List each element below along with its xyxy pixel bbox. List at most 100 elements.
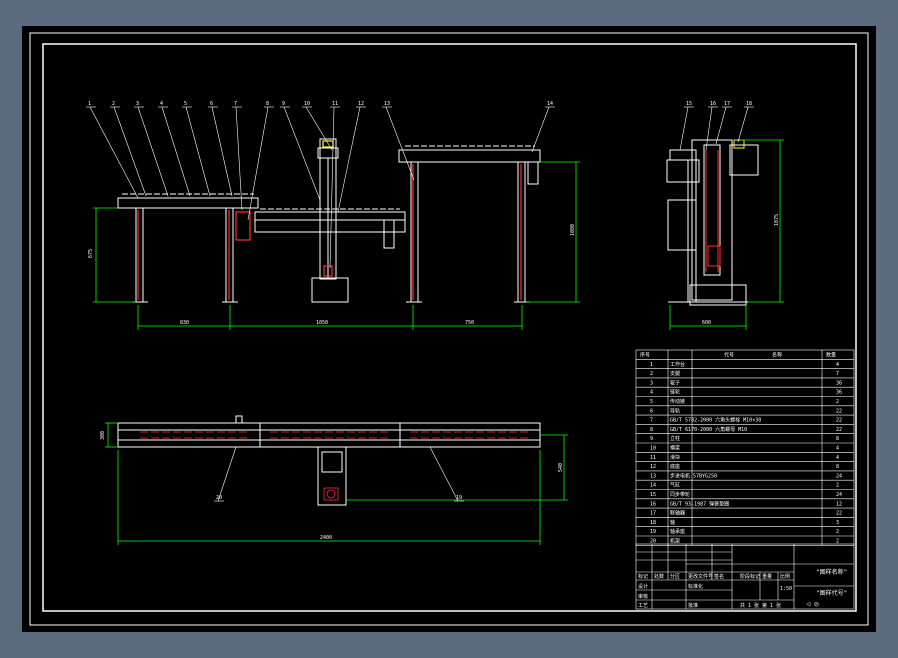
bom-row-name: 导轨 <box>670 407 680 414</box>
bom-row-quantity: 36 <box>836 380 842 386</box>
bom-row-quantity: 22 <box>836 408 842 414</box>
bom-row-name: 步进电机 57BYG250 <box>670 472 717 479</box>
front-balloon-number: 1 <box>88 101 91 107</box>
col-label-change-doc: 更改文件号 <box>688 573 713 580</box>
bom-row-name: 同步带轮 <box>670 491 690 498</box>
dim-front-h2: 1080 <box>570 224 576 236</box>
bom-row-number: 18 <box>650 520 656 526</box>
dim-front-w3: 750 <box>465 320 474 326</box>
bom-row-quantity: 22 <box>836 427 842 433</box>
bom-row-number: 7 <box>650 418 653 424</box>
bom-row-number: 6 <box>650 408 653 414</box>
bom-row-quantity: 4 <box>836 362 839 368</box>
bom-row-quantity: 4 <box>836 455 839 461</box>
bom-row-number: 3 <box>650 380 653 386</box>
bom-row-number: 13 <box>650 473 656 479</box>
bom-row-quantity: 12 <box>836 501 842 507</box>
bom-row-quantity: 2 <box>836 539 839 545</box>
front-balloon-number: 11 <box>332 101 338 107</box>
front-balloon-number: 14 <box>547 101 553 107</box>
col-label-zone: 分区 <box>670 573 680 580</box>
front-balloon-number: 12 <box>358 101 364 107</box>
standardize-label: 标准化 <box>688 583 703 590</box>
bom-row-number: 9 <box>650 436 653 442</box>
front-balloon-number: 5 <box>184 101 187 107</box>
bom-row-number: 5 <box>650 399 653 405</box>
bom-row-name: 横梁 <box>670 445 680 452</box>
bom-row-quantity: 8 <box>836 436 839 442</box>
bom-row-quantity: 4 <box>836 446 839 452</box>
front-balloon-number: 4 <box>160 101 163 107</box>
dim-side-w: 600 <box>702 320 711 326</box>
bom-row-name: 传动链 <box>670 398 685 405</box>
bom-row-name: GB/T 93-1987 弹簧垫圈 <box>670 500 729 507</box>
bom-row-number: 2 <box>650 371 653 377</box>
bom-row-name: 轴 <box>670 519 675 526</box>
side-balloon-number: 18 <box>746 101 752 107</box>
bom-row-name: 支腿 <box>670 370 680 377</box>
bom-row-name: 滑块 <box>670 454 680 461</box>
bom-row-number: 19 <box>650 529 656 535</box>
bom-row-number: 8 <box>650 427 653 433</box>
side-balloon-number: 15 <box>686 101 692 107</box>
bom-row-number: 15 <box>650 492 656 498</box>
scale-value: 1:50 <box>780 586 792 592</box>
bom-row-quantity: 24 <box>836 473 842 479</box>
dim-front-w1: 830 <box>180 320 189 326</box>
front-balloon-number: 10 <box>304 101 310 107</box>
front-balloon-number: 7 <box>234 101 237 107</box>
row-label-process: 工艺 <box>638 603 648 609</box>
side-balloon-number: 16 <box>710 101 716 107</box>
dim-front-w2: 1050 <box>316 320 328 326</box>
front-balloon-number: 2 <box>112 101 115 107</box>
bom-row-quantity: 8 <box>836 464 839 470</box>
dim-front-h1: 675 <box>88 249 94 258</box>
bom-row-quantity: 24 <box>836 492 842 498</box>
side-balloon-number: 17 <box>724 101 730 107</box>
bom-header-cell: 代号 <box>724 352 734 359</box>
bom-row-number: 17 <box>650 511 656 517</box>
bom-header-cell: 名称 <box>772 352 782 359</box>
front-balloon-number: 3 <box>136 101 139 107</box>
drawing-code: "图样代号" <box>816 589 847 597</box>
bom-row-name: 辊子 <box>670 379 680 386</box>
bom-row-number: 16 <box>650 501 656 507</box>
bom-row-name: 机架 <box>670 538 680 545</box>
cad-drawing-sheet: 675 830 1050 750 1080 1 2 3 4 5 6 7 8 9 10 11 12 13 1… <box>22 26 876 632</box>
bom-row-quantity: 22 <box>836 511 842 517</box>
bom-row-number: 12 <box>650 464 656 470</box>
front-balloon-number: 9 <box>282 101 285 107</box>
bom-row-number: 11 <box>650 455 656 461</box>
bom-row-quantity: 7 <box>836 371 839 377</box>
drawing-name: "图样名称" <box>816 568 847 576</box>
bom-row-quantity: 3 <box>836 520 839 526</box>
bom-row-quantity: 2 <box>836 529 839 535</box>
front-balloon-number: 13 <box>384 101 390 107</box>
row-label-review: 审核 <box>638 593 648 600</box>
row-label-design: 设计 <box>638 583 648 590</box>
scale-label: 比例 <box>780 573 790 580</box>
dim-side-h: 1075 <box>774 214 780 226</box>
bom-header-cell: 序号 <box>640 352 650 359</box>
sheet-count: 共 1 张 第 1 张 <box>740 602 781 609</box>
bom-row-quantity: 2 <box>836 483 839 489</box>
bom-row-name: 工作台 <box>670 361 685 368</box>
bom-row-name: 联轴器 <box>670 510 685 517</box>
front-balloon-number: 8 <box>266 101 269 107</box>
bom-row-name: 底座 <box>670 463 680 470</box>
plan-balloon-number: 20 <box>216 495 222 501</box>
projection-symbol: ◁ ◎ <box>805 600 819 608</box>
dim-plan-h: 540 <box>558 463 564 472</box>
approve-label: 批准 <box>688 602 698 609</box>
col-label-sign: 签名 <box>714 573 724 580</box>
dim-plan-w: 2400 <box>320 535 332 541</box>
bom-row-quantity: 22 <box>836 418 842 424</box>
plan-balloon-number: 19 <box>456 495 462 501</box>
bom-row-name: GB/T 5782-2000 六角头螺栓 M10×30 <box>670 417 761 424</box>
bom-row-name: 立柱 <box>670 435 680 442</box>
bom-row-name: 气缸 <box>670 482 680 489</box>
weight-label: 重量 <box>762 573 772 580</box>
bom-row-number: 4 <box>650 390 653 396</box>
bom-row-name: GB/T 6170-2000 六角螺母 M10 <box>670 426 747 433</box>
bom-row-number: 20 <box>650 539 656 545</box>
